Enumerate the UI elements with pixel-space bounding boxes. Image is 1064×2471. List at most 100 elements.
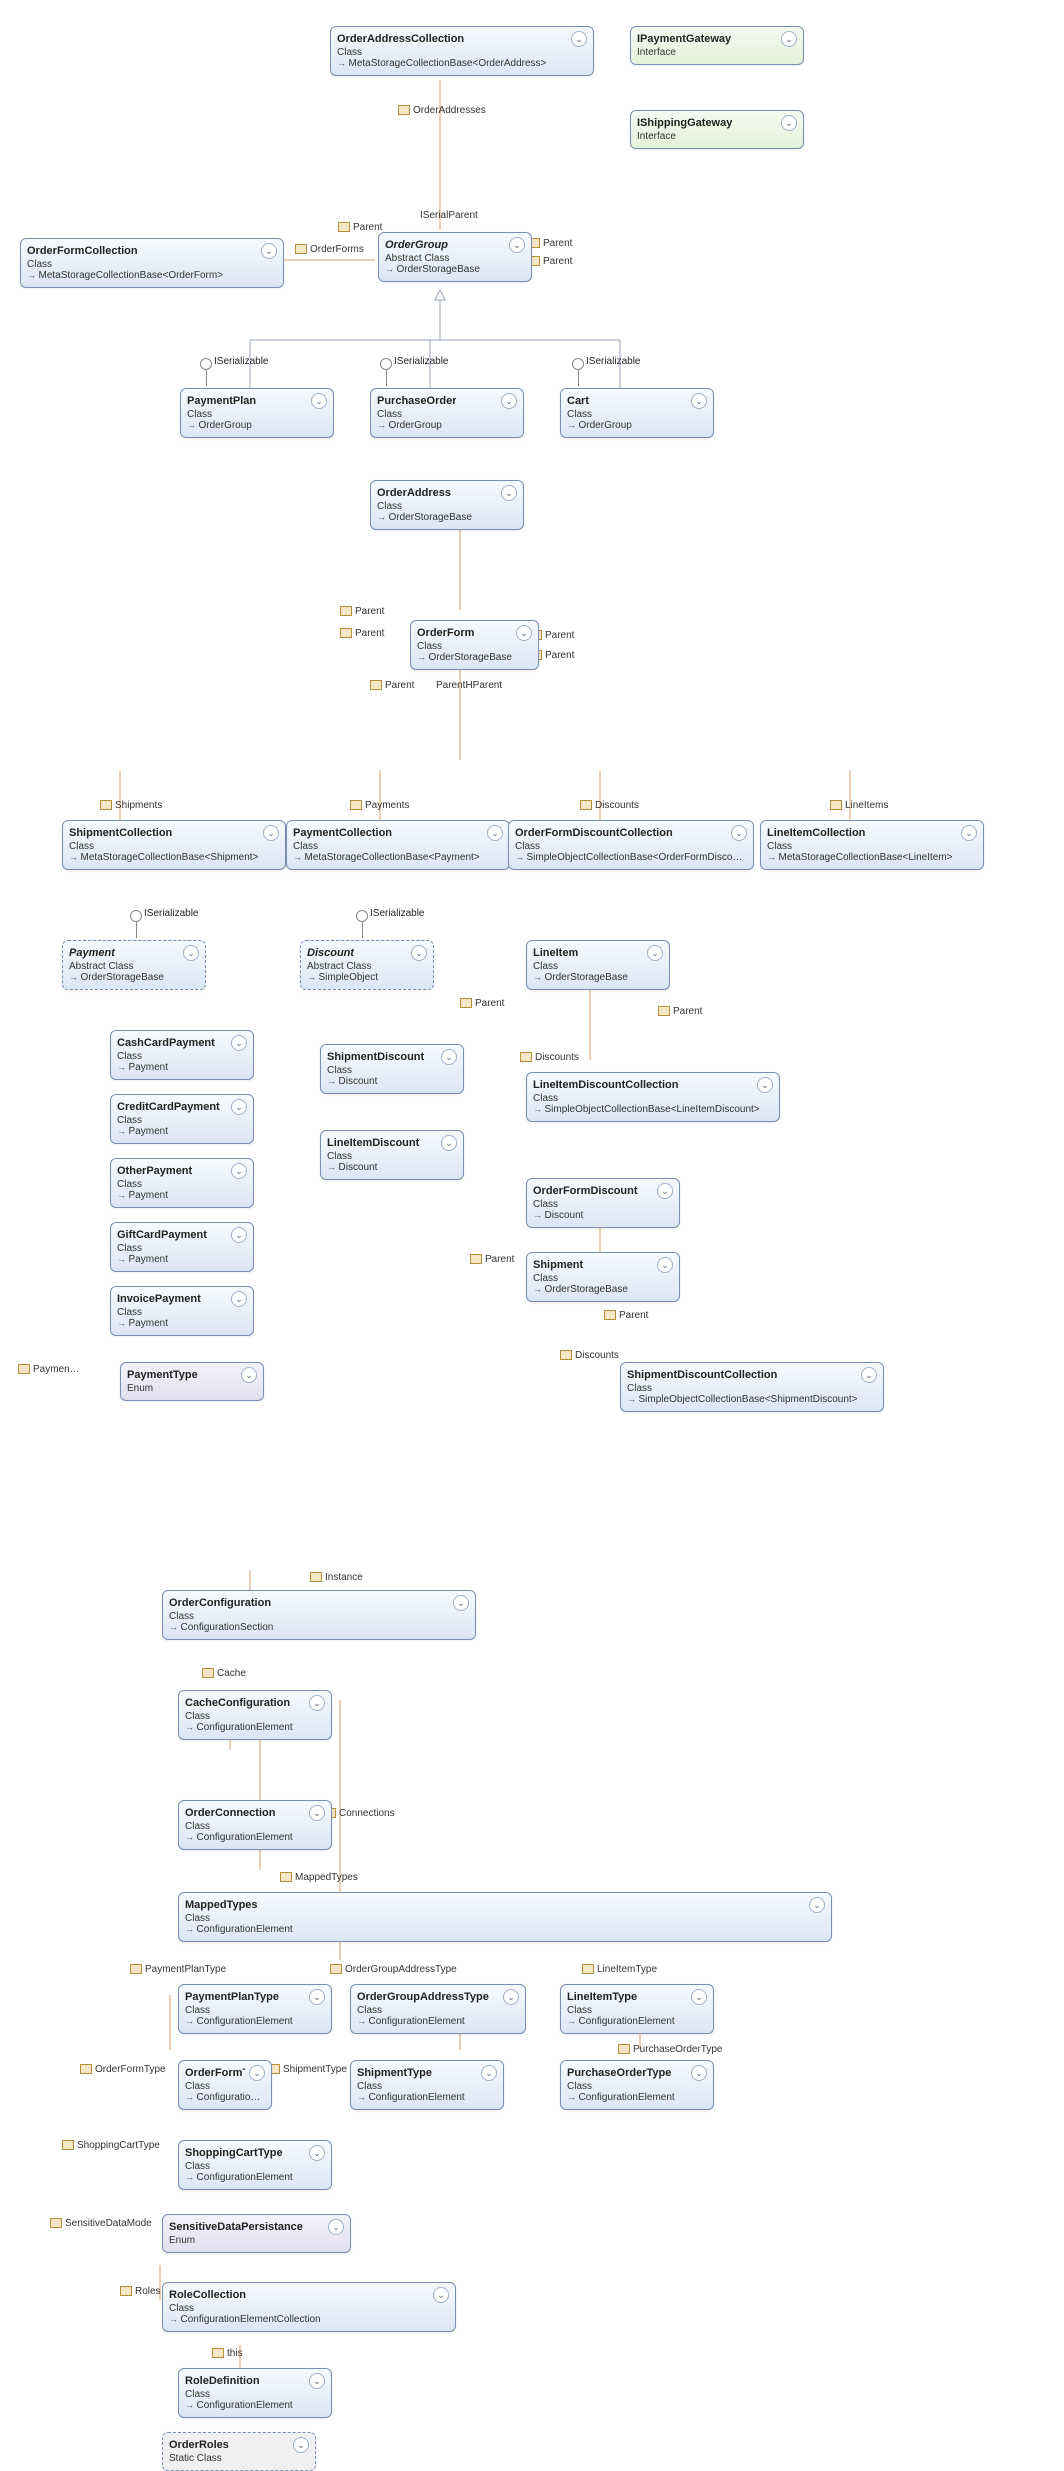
assoc-label: Paymen… xyxy=(18,1364,80,1375)
chevron-down-icon[interactable]: ⌄ xyxy=(691,1989,707,2005)
class-OrderFormDiscount[interactable]: OrderFormDiscount⌄ Class Discount xyxy=(526,1178,680,1228)
chevron-down-icon[interactable]: ⌄ xyxy=(309,1695,325,1711)
chevron-down-icon[interactable]: ⌄ xyxy=(501,485,517,501)
chevron-down-icon[interactable]: ⌄ xyxy=(516,625,532,641)
lollipop-ISerializable: ISerializable xyxy=(356,910,368,938)
class-OrderFormDiscountCollection[interactable]: OrderFormDiscountCollection⌄ Class Simpl… xyxy=(508,820,754,870)
box-base: OrderStorageBase xyxy=(385,264,525,275)
chevron-down-icon[interactable]: ⌄ xyxy=(647,945,663,961)
interface-IShippingGateway[interactable]: IShippingGateway⌄ Interface xyxy=(630,110,804,149)
chevron-down-icon[interactable]: ⌄ xyxy=(231,1099,247,1115)
chevron-down-icon[interactable]: ⌄ xyxy=(501,393,517,409)
class-ShipmentDiscountCollection[interactable]: ShipmentDiscountCollection⌄ Class Simple… xyxy=(620,1362,884,1412)
class-PaymentPlan[interactable]: PaymentPlan⌄ Class OrderGroup xyxy=(180,388,334,438)
class-OrderFormCollection[interactable]: OrderFormCollection⌄ Class MetaStorageCo… xyxy=(20,238,284,288)
chevron-down-icon[interactable]: ⌄ xyxy=(657,1183,673,1199)
class-ShipmentType[interactable]: ShipmentType⌄ Class ConfigurationElement xyxy=(350,2060,504,2110)
class-PurchaseOrder[interactable]: PurchaseOrder⌄ Class OrderGroup xyxy=(370,388,524,438)
chevron-down-icon[interactable]: ⌄ xyxy=(861,1367,877,1383)
class-Discount[interactable]: Discount⌄ Abstract Class SimpleObject xyxy=(300,940,434,990)
class-OrderAddressCollection[interactable]: OrderAddressCollection⌄ Class MetaStorag… xyxy=(330,26,594,76)
class-LineItemDiscount[interactable]: LineItemDiscount⌄ Class Discount xyxy=(320,1130,464,1180)
class-PaymentPlanType[interactable]: PaymentPlanType⌄ Class ConfigurationElem… xyxy=(178,1984,332,2034)
chevron-down-icon[interactable]: ⌄ xyxy=(293,2437,309,2453)
class-ShoppingCartType[interactable]: ShoppingCartType⌄ Class ConfigurationEle… xyxy=(178,2140,332,2190)
class-Cart[interactable]: Cart⌄ Class OrderGroup xyxy=(560,388,714,438)
lollipop-ISerializable: ISerializable xyxy=(380,358,392,386)
chevron-down-icon[interactable]: ⌄ xyxy=(481,2065,497,2081)
assoc-label: Parent xyxy=(370,680,414,691)
class-LineItemCollection[interactable]: LineItemCollection⌄ Class MetaStorageCol… xyxy=(760,820,984,870)
class-LineItemType[interactable]: LineItemType⌄ Class ConfigurationElement xyxy=(560,1984,714,2034)
chevron-down-icon[interactable]: ⌄ xyxy=(309,1989,325,2005)
chevron-down-icon[interactable]: ⌄ xyxy=(757,1077,773,1093)
chevron-down-icon[interactable]: ⌄ xyxy=(441,1135,457,1151)
class-CreditCardPayment[interactable]: CreditCardPayment⌄ Class Payment xyxy=(110,1094,254,1144)
chevron-down-icon[interactable]: ⌄ xyxy=(809,1897,825,1913)
chevron-down-icon[interactable]: ⌄ xyxy=(309,2145,325,2161)
enum-SensitiveDataPersistance[interactable]: SensitiveDataPersistance⌄ Enum xyxy=(162,2214,351,2253)
chevron-down-icon[interactable]: ⌄ xyxy=(311,393,327,409)
class-OrderGroupAddressType[interactable]: OrderGroupAddressType⌄ Class Configurati… xyxy=(350,1984,526,2034)
chevron-down-icon[interactable]: ⌄ xyxy=(241,1367,257,1383)
chevron-down-icon[interactable]: ⌄ xyxy=(433,2287,449,2303)
class-MappedTypes[interactable]: MappedTypes⌄ Class ConfigurationElement xyxy=(178,1892,832,1942)
class-OrderConnection[interactable]: OrderConnection⌄ Class ConfigurationElem… xyxy=(178,1800,332,1850)
chevron-down-icon[interactable]: ⌄ xyxy=(453,1595,469,1611)
class-OrderGroup[interactable]: OrderGroup⌄ Abstract Class OrderStorageB… xyxy=(378,232,532,282)
class-OrderConfiguration[interactable]: OrderConfiguration⌄ Class ConfigurationS… xyxy=(162,1590,476,1640)
class-CacheConfiguration[interactable]: CacheConfiguration⌄ Class ConfigurationE… xyxy=(178,1690,332,1740)
class-OtherPayment[interactable]: OtherPayment⌄ Class Payment xyxy=(110,1158,254,1208)
class-OrderRoles[interactable]: OrderRoles⌄ Static Class xyxy=(162,2432,316,2471)
chevron-down-icon[interactable]: ⌄ xyxy=(231,1163,247,1179)
chevron-down-icon[interactable]: ⌄ xyxy=(261,243,277,259)
class-OrderAddress[interactable]: OrderAddress⌄ Class OrderStorageBase xyxy=(370,480,524,530)
class-LineItemDiscountCollection[interactable]: LineItemDiscountCollection⌄ Class Simple… xyxy=(526,1072,780,1122)
chevron-down-icon[interactable]: ⌄ xyxy=(441,1049,457,1065)
class-OrderFormType[interactable]: OrderFormTy…⌄ Class ConfigurationElement xyxy=(178,2060,272,2110)
chevron-down-icon[interactable]: ⌄ xyxy=(691,2065,707,2081)
chevron-down-icon[interactable]: ⌄ xyxy=(231,1035,247,1051)
chevron-down-icon[interactable]: ⌄ xyxy=(249,2065,265,2081)
chevron-down-icon[interactable]: ⌄ xyxy=(691,393,707,409)
chevron-down-icon[interactable]: ⌄ xyxy=(781,31,797,47)
chevron-down-icon[interactable]: ⌄ xyxy=(509,237,525,253)
enum-PaymentType[interactable]: PaymentType⌄ Enum xyxy=(120,1362,264,1401)
class-Shipment[interactable]: Shipment⌄ Class OrderStorageBase xyxy=(526,1252,680,1302)
chevron-down-icon[interactable]: ⌄ xyxy=(961,825,977,841)
chevron-down-icon[interactable]: ⌄ xyxy=(309,1805,325,1821)
chevron-down-icon[interactable]: ⌄ xyxy=(231,1291,247,1307)
chevron-down-icon[interactable]: ⌄ xyxy=(781,115,797,131)
class-InvoicePayment[interactable]: InvoicePayment⌄ Class Payment xyxy=(110,1286,254,1336)
class-OrderForm[interactable]: OrderForm⌄ Class OrderStorageBase xyxy=(410,620,539,670)
chevron-down-icon[interactable]: ⌄ xyxy=(183,945,199,961)
class-PurchaseOrderType[interactable]: PurchaseOrderType⌄ Class ConfigurationEl… xyxy=(560,2060,714,2110)
chevron-down-icon[interactable]: ⌄ xyxy=(503,1989,519,2005)
interface-IPaymentGateway[interactable]: IPaymentGateway⌄ Interface xyxy=(630,26,804,65)
class-RoleDefinition[interactable]: RoleDefinition⌄ Class ConfigurationEleme… xyxy=(178,2368,332,2418)
chevron-down-icon[interactable]: ⌄ xyxy=(411,945,427,961)
chevron-down-icon[interactable]: ⌄ xyxy=(657,1257,673,1273)
chevron-down-icon[interactable]: ⌄ xyxy=(263,825,279,841)
assoc-label: Connections xyxy=(324,1808,395,1819)
chevron-down-icon[interactable]: ⌄ xyxy=(328,2219,344,2235)
class-CashCardPayment[interactable]: CashCardPayment⌄ Class Payment xyxy=(110,1030,254,1080)
class-ShipmentCollection[interactable]: ShipmentCollection⌄ Class MetaStorageCol… xyxy=(62,820,286,870)
box-title: IPaymentGateway xyxy=(637,33,731,45)
chevron-down-icon[interactable]: ⌄ xyxy=(309,2373,325,2389)
property-icon xyxy=(398,105,410,115)
class-RoleCollection[interactable]: RoleCollection⌄ Class ConfigurationEleme… xyxy=(162,2282,456,2332)
assoc-label: Roles xyxy=(120,2286,161,2297)
class-GiftCardPayment[interactable]: GiftCardPayment⌄ Class Payment xyxy=(110,1222,254,1272)
class-ShipmentDiscount[interactable]: ShipmentDiscount⌄ Class Discount xyxy=(320,1044,464,1094)
chevron-down-icon[interactable]: ⌄ xyxy=(487,825,503,841)
assoc-label: ShoppingCartType xyxy=(62,2140,160,2151)
chevron-down-icon[interactable]: ⌄ xyxy=(571,31,587,47)
class-Payment[interactable]: Payment⌄ Abstract Class OrderStorageBase xyxy=(62,940,206,990)
assoc-label: ParentHParent xyxy=(436,680,502,691)
class-PaymentCollection[interactable]: PaymentCollection⌄ Class MetaStorageColl… xyxy=(286,820,510,870)
chevron-down-icon[interactable]: ⌄ xyxy=(231,1227,247,1243)
chevron-down-icon[interactable]: ⌄ xyxy=(731,825,747,841)
class-LineItem[interactable]: LineItem⌄ Class OrderStorageBase xyxy=(526,940,670,990)
assoc-label: Discounts xyxy=(520,1052,579,1063)
